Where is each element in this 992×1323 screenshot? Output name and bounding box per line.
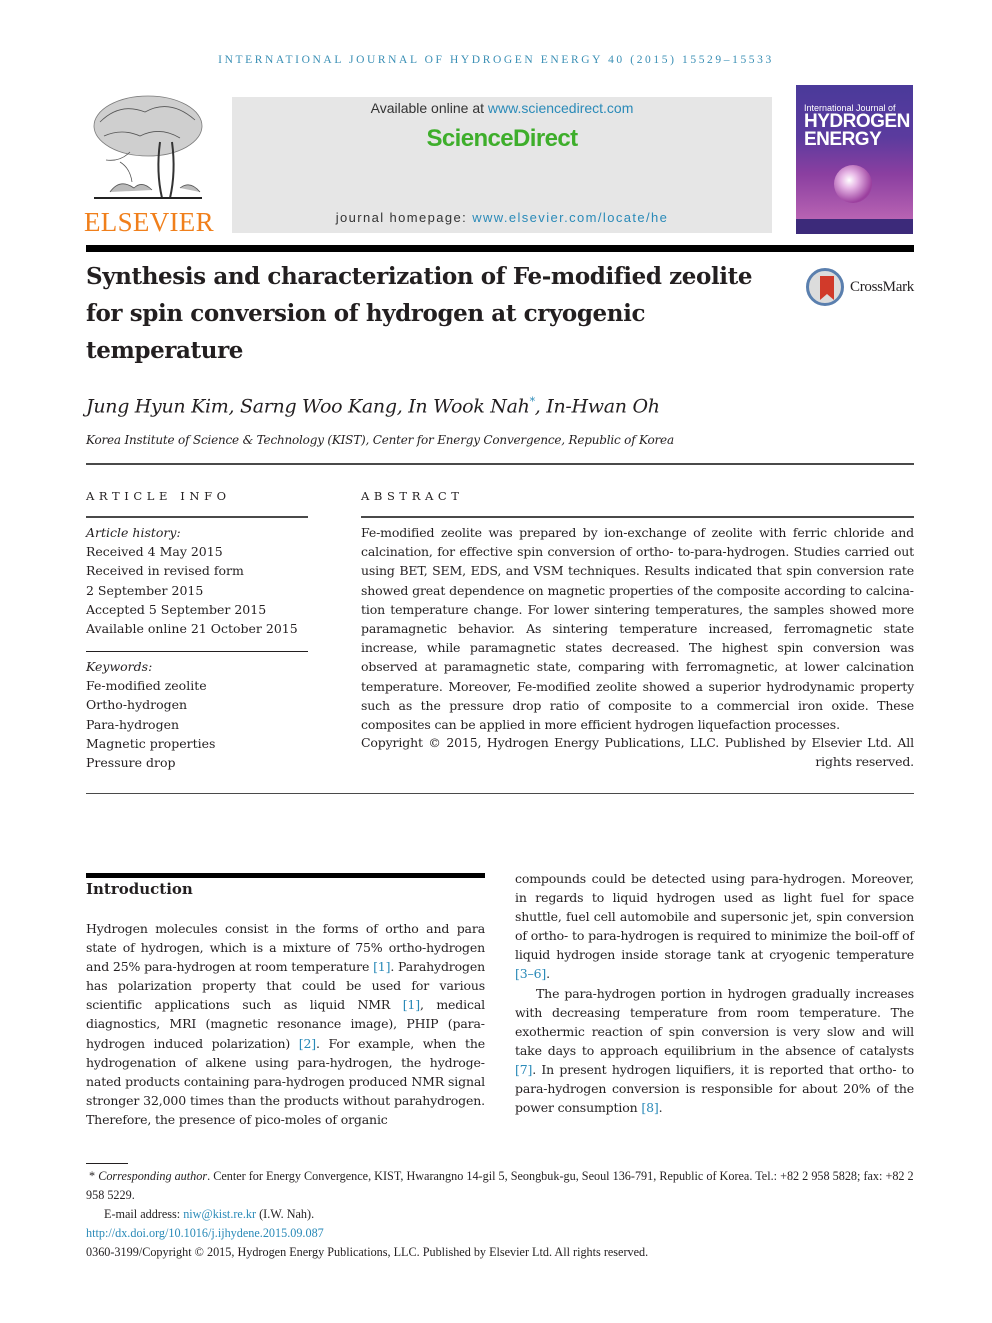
- author-name[interactable]: In-Hwan Oh: [546, 395, 660, 417]
- citation-link[interactable]: [3–6]: [515, 966, 546, 981]
- journal-homepage-link[interactable]: www.elsevier.com/locate/he: [472, 210, 668, 225]
- citation-link[interactable]: [8]: [641, 1100, 658, 1115]
- cover-footer-bar: [796, 219, 913, 234]
- author-name[interactable]: Jung Hyun Kim: [86, 395, 229, 417]
- sciencedirect-logo[interactable]: ScienceDirect: [232, 125, 772, 153]
- introduction-heading: Introduction: [86, 880, 193, 898]
- author-separator: ,: [534, 395, 547, 418]
- history-item: Available online 21 October 2015: [86, 621, 298, 637]
- author-separator: ,: [396, 395, 409, 418]
- email-link[interactable]: niw@kist.re.kr: [183, 1207, 256, 1221]
- corresponding-author-note: * Corresponding author. Center for Energ…: [86, 1167, 916, 1205]
- author-separator: ,: [228, 395, 240, 418]
- abstract-heading: ABSTRACT: [361, 489, 464, 503]
- keywords-label: Keywords:: [86, 659, 153, 674]
- crossmark-button[interactable]: CrossMark: [806, 268, 918, 308]
- elsevier-wordmark: ELSEVIER: [84, 207, 214, 237]
- crossmark-label: CrossMark: [850, 279, 914, 295]
- divider: [86, 516, 308, 518]
- citation-link[interactable]: [1]: [403, 997, 420, 1012]
- available-online-line: Available online at www.sciencedirect.co…: [232, 100, 772, 116]
- author-name[interactable]: Sarng Woo Kang: [240, 395, 397, 417]
- masthead-banner: Available online at www.sciencedirect.co…: [232, 97, 772, 233]
- journal-homepage-label: journal homepage:: [335, 210, 473, 225]
- email-suffix: (I.W. Nah).: [256, 1207, 315, 1221]
- abstract-text: Fe-modified zeolite was prepared by ion-…: [361, 525, 914, 733]
- divider: [86, 463, 914, 465]
- history-item: Accepted 5 September 2015: [86, 601, 267, 617]
- article-title: Synthesis and characterization of Fe-mod…: [86, 263, 753, 364]
- corresponding-author-address: . Center for Energy Convergence, KIST, H…: [86, 1169, 914, 1202]
- keyword-item: Pressure drop: [86, 755, 176, 771]
- keyword-item: Magnetic properties: [86, 735, 216, 751]
- divider: [361, 516, 914, 518]
- article-info-heading: ARTICLE INFO: [86, 489, 231, 503]
- divider: [86, 793, 914, 794]
- elsevier-tree-icon: [93, 95, 203, 199]
- keyword-item: Ortho-hydrogen: [86, 697, 188, 713]
- email-note: E-mail address: niw@kist.re.kr (I.W. Nah…: [86, 1205, 916, 1224]
- citation-link[interactable]: [1]: [373, 959, 390, 974]
- keyword-item: Fe-modified zeolite: [86, 678, 207, 694]
- journal-cover-image[interactable]: International Journal of HYDROGEN ENERGY: [796, 85, 913, 234]
- sciencedirect-link[interactable]: www.sciencedirect.com: [488, 100, 634, 116]
- author-name[interactable]: In Wook Nah: [408, 395, 530, 417]
- section-rule: [86, 873, 485, 878]
- corresponding-author-label: Corresponding author: [98, 1169, 208, 1183]
- history-item: Received 4 May 2015: [86, 544, 223, 560]
- intro-paragraph-1-continued: compounds could be detected using para-h…: [515, 871, 914, 982]
- crossmark-icon: [806, 268, 844, 306]
- footnotes: * Corresponding author. Center for Energ…: [86, 1167, 916, 1262]
- citation-link[interactable]: [7]: [515, 1062, 532, 1077]
- abstract-copyright: Copyright © 2015, Hydrogen Energy Public…: [361, 735, 914, 770]
- email-label: E-mail address:: [104, 1207, 184, 1221]
- doi-link[interactable]: http://dx.doi.org/10.1016/j.ijhydene.201…: [86, 1226, 324, 1240]
- body-column-left: Hydrogen molecules consist in the forms …: [86, 919, 485, 1129]
- intro-paragraph-1: Hydrogen molecules consist in the forms …: [86, 921, 485, 1127]
- article-history-label: Article history:: [86, 525, 181, 540]
- keywords: Keywords: Fe-modified zeolite Ortho-hydr…: [86, 657, 215, 772]
- affiliation: Korea Institute of Science & Technology …: [86, 433, 674, 447]
- footnote-star: *: [89, 1169, 96, 1183]
- article-history: Article history: Received 4 May 2015 Rec…: [86, 523, 298, 638]
- intro-paragraph-2: The para-hydrogen portion in hydrogen gr…: [515, 985, 914, 1116]
- keyword-item: Para-hydrogen: [86, 716, 180, 732]
- history-item: Received in revised form: [86, 563, 244, 579]
- issn-copyright: 0360-3199/Copyright © 2015, Hydrogen Ene…: [86, 1245, 649, 1259]
- body-column-right: compounds could be detected using para-h…: [515, 869, 914, 1117]
- crossmark-ribbon-icon: [820, 276, 834, 300]
- citation-link[interactable]: [2]: [299, 1036, 316, 1051]
- divider: [86, 651, 308, 652]
- cover-title-line-2: ENERGY: [804, 129, 882, 150]
- cover-orb-graphic: [834, 165, 872, 203]
- history-item: 2 September 2015: [86, 582, 204, 598]
- journal-homepage-line: journal homepage: www.elsevier.com/locat…: [232, 210, 772, 225]
- header-rule: [86, 245, 914, 252]
- elsevier-logo[interactable]: ELSEVIER: [84, 88, 214, 238]
- available-online-label: Available online at: [370, 100, 488, 116]
- cover-title-big: HYDROGEN ENERGY: [804, 112, 910, 150]
- author-list: Jung Hyun Kim, Sarng Woo Kang, In Wook N…: [86, 395, 660, 417]
- running-head: INTERNATIONAL JOURNAL OF HYDROGEN ENERGY…: [218, 54, 774, 66]
- footnote-rule: [86, 1163, 128, 1164]
